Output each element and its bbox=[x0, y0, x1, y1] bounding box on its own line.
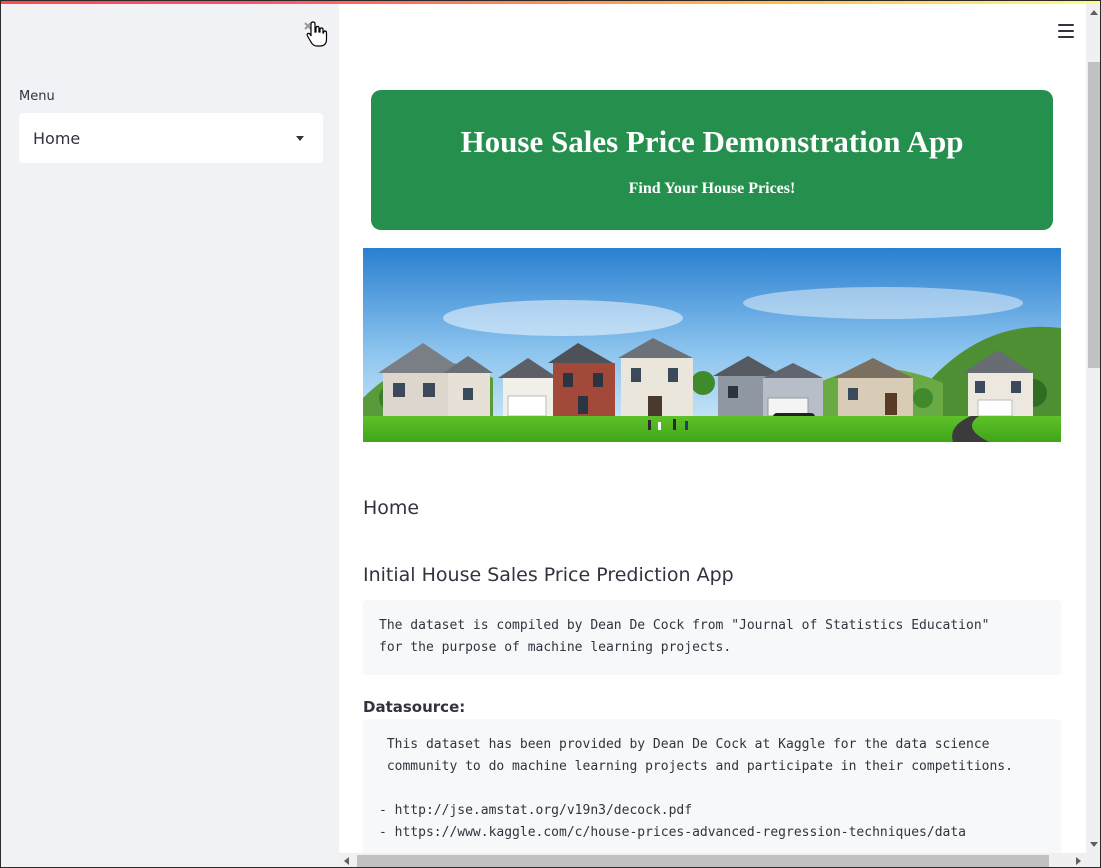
hamburger-icon[interactable] bbox=[1058, 23, 1074, 39]
horizontal-scrollbar[interactable] bbox=[339, 853, 1086, 867]
main-content: House Sales Price Demonstration App Find… bbox=[339, 1, 1086, 853]
scroll-corner bbox=[1086, 853, 1100, 867]
app-banner: House Sales Price Demonstration App Find… bbox=[371, 90, 1053, 230]
banner-title: House Sales Price Demonstration App bbox=[460, 124, 964, 159]
close-cursor-icon bbox=[304, 21, 328, 47]
banner-subtitle: Find Your House Prices! bbox=[628, 180, 796, 197]
top-decoration-bar bbox=[1, 1, 1100, 4]
app-window: Menu Home House Sales Price Demonstratio… bbox=[0, 0, 1101, 868]
houses-hero-image bbox=[363, 248, 1061, 442]
scroll-down-icon[interactable] bbox=[1090, 842, 1098, 847]
intro-code-block: The dataset is compiled by Dean De Cock … bbox=[363, 600, 1061, 675]
sidebar: Menu Home bbox=[1, 1, 339, 867]
sidebar-close-button[interactable] bbox=[301, 19, 329, 49]
page-select-value: Home bbox=[33, 128, 81, 148]
menu-label: Menu bbox=[19, 89, 55, 104]
horizontal-scroll-thumb[interactable] bbox=[357, 855, 1049, 867]
app-heading: Initial House Sales Price Prediction App bbox=[363, 564, 734, 586]
datasource-code-block: This dataset has been provided by Dean D… bbox=[363, 719, 1061, 853]
page-select[interactable]: Home bbox=[19, 113, 323, 163]
scroll-up-icon[interactable] bbox=[1090, 10, 1098, 15]
scroll-right-icon[interactable] bbox=[1076, 857, 1081, 865]
section-heading: Home bbox=[363, 497, 420, 519]
vertical-scrollbar[interactable] bbox=[1086, 4, 1100, 853]
vertical-scroll-thumb[interactable] bbox=[1088, 62, 1100, 368]
scroll-left-icon[interactable] bbox=[344, 857, 349, 865]
datasource-label: Datasource: bbox=[363, 698, 466, 716]
chevron-down-icon bbox=[296, 135, 304, 141]
